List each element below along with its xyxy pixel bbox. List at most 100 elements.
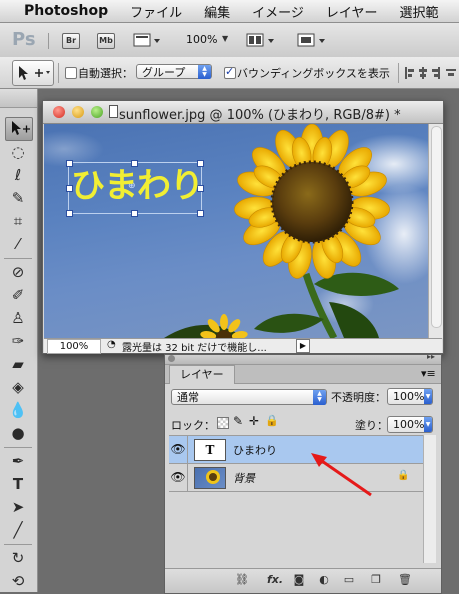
lasso-tool[interactable]: ℓ <box>5 164 31 186</box>
document-title-bar[interactable]: sunflower.jpg @ 100% (ひまわり, RGB/8#) * <box>43 101 443 124</box>
transform-handle[interactable] <box>131 210 138 217</box>
quick-selection-tool[interactable]: ✎ <box>5 187 31 209</box>
document-window: sunflower.jpg @ 100% (ひまわり, RGB/8#) * ⊕ … <box>42 100 444 354</box>
opacity-field[interactable]: 100% ▼ <box>387 388 433 405</box>
mini-bridge-button[interactable]: Mb <box>97 33 115 49</box>
visibility-eye-icon[interactable]: 👁 <box>169 464 188 491</box>
layer-row-background[interactable]: 👁 背景 🔒 <box>169 464 423 492</box>
pen-tool[interactable]: ✒ <box>5 450 31 472</box>
blur-tool[interactable]: 💧 <box>5 399 31 421</box>
filmstrip-icon <box>133 33 160 47</box>
new-layer-icon[interactable]: ❐ <box>369 573 383 587</box>
screen-mode-button[interactable] <box>297 31 327 52</box>
menu-edit[interactable]: 編集 <box>204 2 230 21</box>
layer-name[interactable]: 背景 <box>233 470 255 486</box>
3d-rotate-tool[interactable]: ↻ <box>5 547 31 569</box>
menu-select[interactable]: 選択範 <box>400 2 439 21</box>
eyedropper-tool[interactable]: ⁄ <box>5 233 31 255</box>
crop-icon: ⌗ <box>13 212 23 230</box>
blend-mode-select[interactable]: 通常 ▲ ▼ <box>171 389 327 405</box>
canvas-text-layer[interactable]: ひまわり <box>71 166 204 206</box>
tab-layers[interactable]: レイヤー <box>169 365 235 384</box>
visibility-eye-icon[interactable]: 👁 <box>169 436 188 463</box>
vertical-scrollbar[interactable] <box>428 124 443 338</box>
3d-orbit-tool[interactable]: ⟲ <box>5 570 31 592</box>
lock-label: ロック： <box>171 419 215 432</box>
trash-icon[interactable]: 🗑 <box>398 573 412 587</box>
new-group-icon[interactable]: ▭ <box>342 573 356 587</box>
menu-image[interactable]: イメージ <box>252 2 304 21</box>
arrange-documents-button[interactable] <box>246 31 276 52</box>
menu-bar: Photoshop ファイル 編集 イメージ レイヤー 選択範 <box>0 0 459 23</box>
lock-transparent-pixels-icon[interactable] <box>217 417 229 429</box>
menu-layer[interactable]: レイヤー <box>326 2 378 21</box>
transform-handle[interactable] <box>66 210 73 217</box>
close-button[interactable] <box>53 106 65 118</box>
eraser-icon: ▰ <box>12 355 24 373</box>
app-menu[interactable]: Photoshop <box>24 3 108 19</box>
scrollbar-track[interactable] <box>431 126 442 328</box>
zoom-level-select[interactable]: 100% <box>186 33 217 46</box>
clone-stamp-tool[interactable]: ♙ <box>5 307 31 329</box>
minimize-button[interactable] <box>72 106 84 118</box>
crop-tool[interactable]: ⌗ <box>5 210 31 232</box>
layers-panel: ▸▸ レイヤー ▾≡ 通常 ▲ ▼ 不透明度： 100% ▼ ロック： ✎ ✛ 🔒… <box>164 352 442 594</box>
bridge-button[interactable]: Br <box>62 33 80 49</box>
screen-mode-icon <box>297 33 325 47</box>
history-brush-tool[interactable]: ✑ <box>5 330 31 352</box>
marquee-tool[interactable]: ◌ <box>5 141 31 163</box>
auto-select-type-select[interactable]: グループ ▲ ▼ <box>136 64 212 79</box>
transform-handle[interactable] <box>197 210 204 217</box>
brush-tool[interactable]: ✐ <box>5 284 31 306</box>
layer-name[interactable]: ひまわり <box>233 442 277 458</box>
3d-orbit-icon: ⟲ <box>11 572 25 590</box>
dodge-tool[interactable]: ● <box>5 422 31 444</box>
lock-all-icon[interactable]: 🔒 <box>265 414 279 427</box>
divider <box>58 63 59 83</box>
divider <box>4 258 32 259</box>
line-icon: ╱ <box>13 521 23 539</box>
zoom-button[interactable] <box>91 106 103 118</box>
view-extras-button[interactable] <box>133 31 161 52</box>
bandage-icon: ⊘ <box>11 263 25 281</box>
fill-value: 100% <box>393 418 425 431</box>
paint-bucket-tool[interactable]: ◈ <box>5 376 31 398</box>
stamp-icon: ♙ <box>11 309 25 327</box>
panel-menu-icon[interactable]: ▾≡ <box>421 367 436 380</box>
layer-row-text[interactable]: 👁 T ひまわり <box>169 436 423 464</box>
healing-brush-tool[interactable]: ⊘ <box>5 261 31 283</box>
align-buttons[interactable] <box>404 65 458 84</box>
eraser-tool[interactable]: ▰ <box>5 353 31 375</box>
options-bar: 自動選択： グループ ▲▼ バウンディングボックスを表示 <box>0 57 459 89</box>
menu-file[interactable]: ファイル <box>130 2 182 21</box>
fx-button[interactable]: fx. <box>265 573 285 587</box>
lock-position-icon[interactable]: ✛ <box>249 414 259 428</box>
image-canvas[interactable]: ⊕ ひまわり <box>44 124 428 338</box>
zoom-field[interactable]: 100% <box>47 339 101 354</box>
layer-list-scrollbar[interactable] <box>423 435 436 563</box>
add-mask-icon[interactable]: ◙ <box>292 573 306 587</box>
lock-image-pixels-icon[interactable]: ✎ <box>233 414 243 428</box>
type-tool[interactable]: T <box>5 473 31 495</box>
layers-panel-footer: ⛓ fx. ◙ ◐ ▭ ❐ 🗑 <box>165 568 441 593</box>
document-icon <box>109 105 118 118</box>
panel-top-bar[interactable]: ▸▸ <box>165 352 441 365</box>
fill-field[interactable]: 100% ▼ <box>387 416 433 433</box>
link-layers-icon[interactable]: ⛓ <box>235 573 249 587</box>
photoshop-logo: Ps <box>12 29 36 50</box>
history-brush-icon: ✑ <box>11 332 25 350</box>
line-tool[interactable]: ╱ <box>5 519 31 541</box>
panel-close-icon[interactable] <box>168 355 175 362</box>
auto-select-checkbox[interactable] <box>65 67 77 79</box>
path-selection-tool[interactable]: ➤ <box>5 496 31 518</box>
move-tool[interactable] <box>5 117 33 141</box>
show-transform-controls-checkbox[interactable] <box>224 65 236 79</box>
align-icons <box>405 67 456 79</box>
collapse-icon[interactable]: ▸▸ <box>427 352 435 361</box>
tools-panel-grip[interactable] <box>0 89 37 108</box>
adjustment-layer-icon[interactable]: ◐ <box>317 573 331 587</box>
tool-preset-picker[interactable] <box>12 60 54 86</box>
3d-rotate-icon: ↻ <box>11 549 25 567</box>
status-menu-button[interactable]: ▶ <box>296 339 310 353</box>
status-text[interactable]: 露光量は 32 bit だけで機能し... <box>122 339 267 354</box>
